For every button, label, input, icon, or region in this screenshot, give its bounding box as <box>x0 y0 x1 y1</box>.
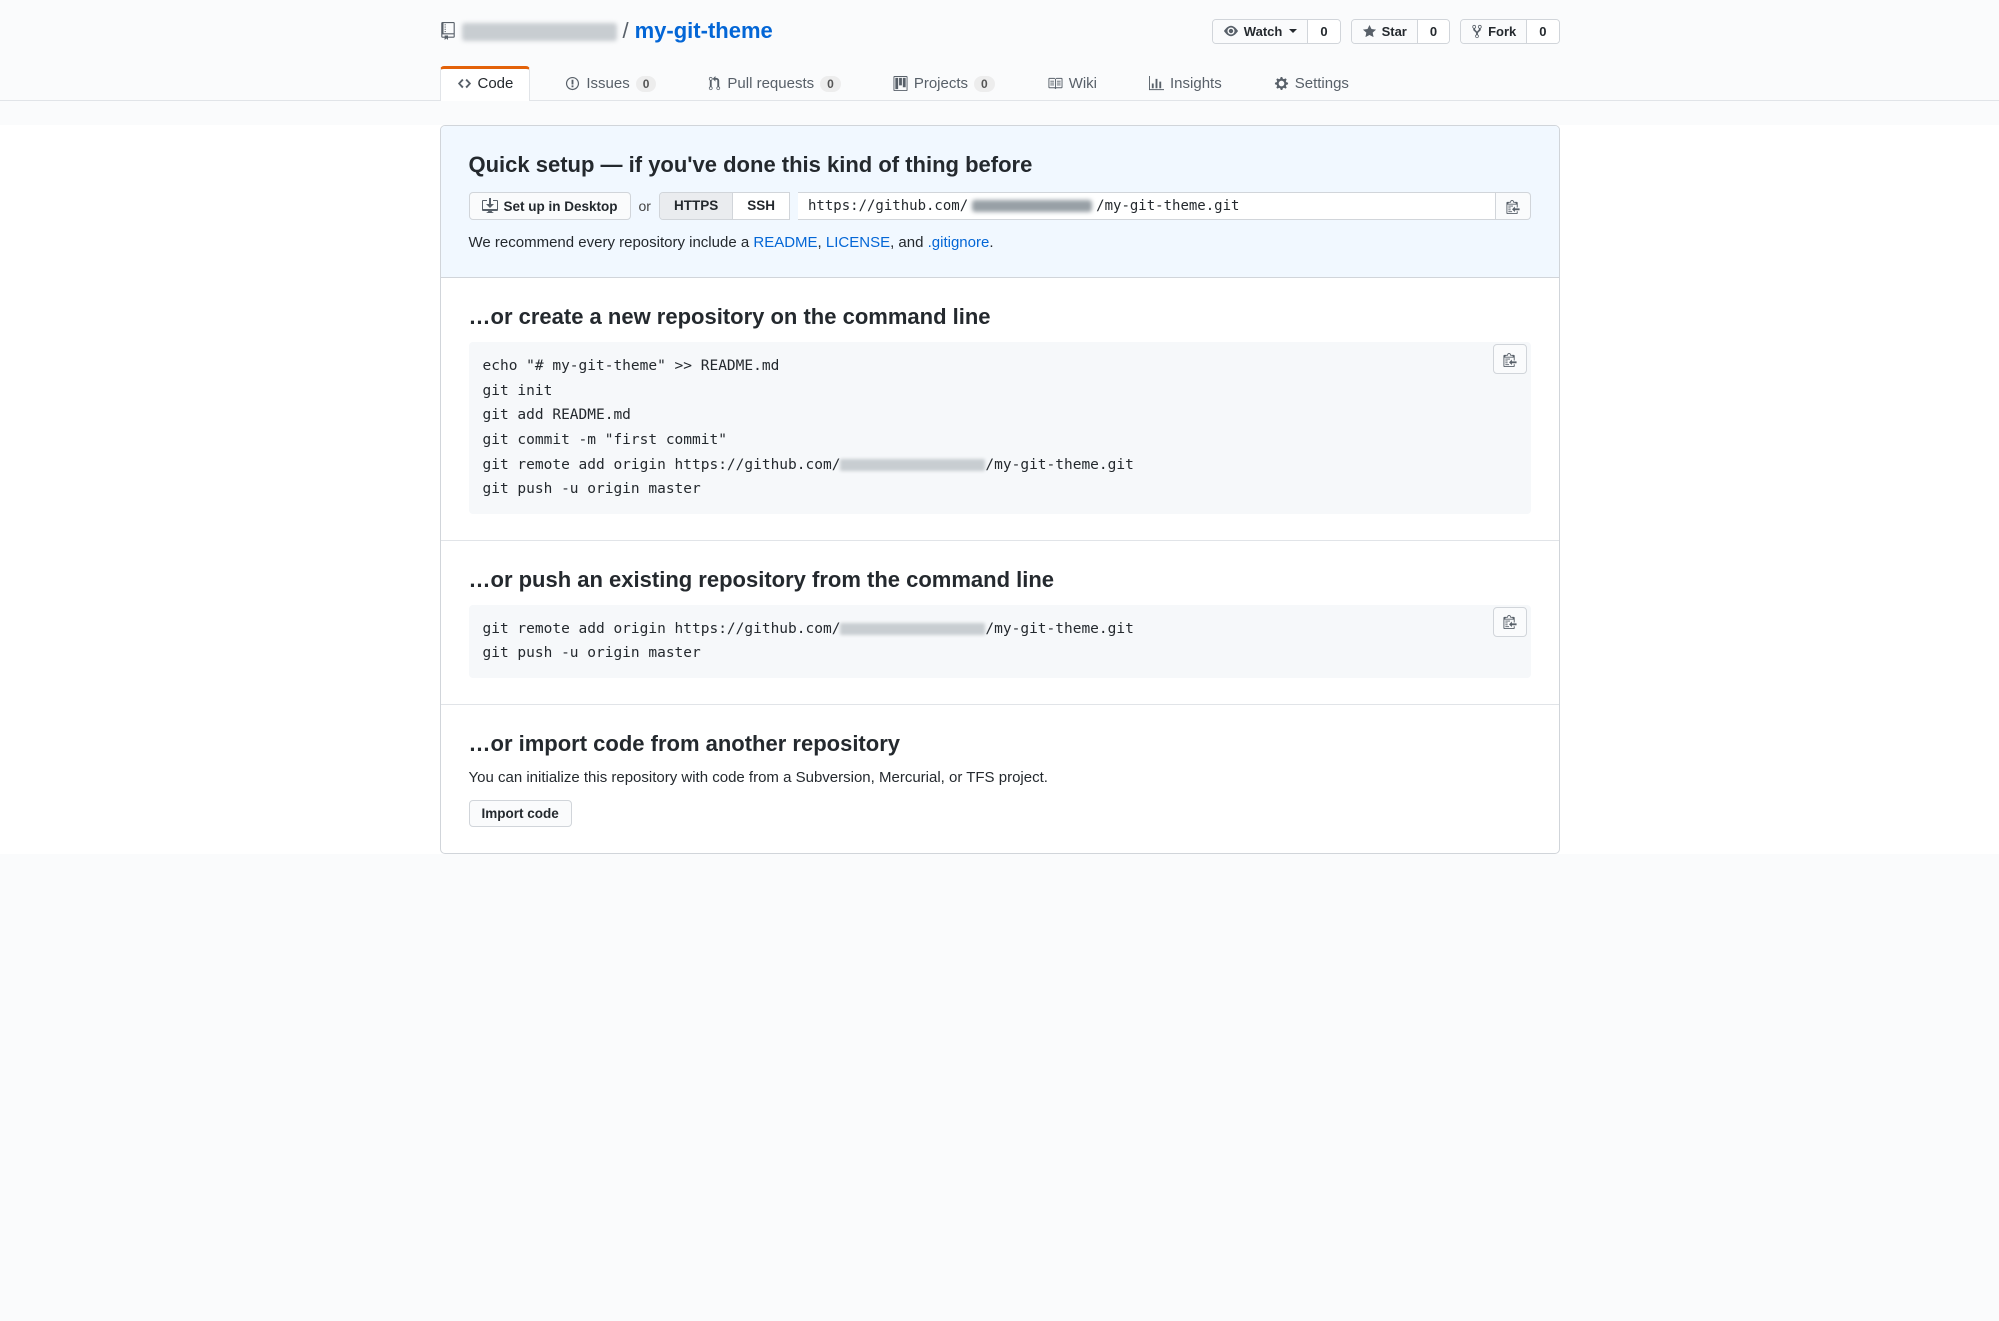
watch-button[interactable]: Watch <box>1213 20 1308 43</box>
repo-nav: Code Issues 0 Pull requests 0 Projects 0… <box>440 64 1560 100</box>
clipboard-icon <box>1506 199 1520 214</box>
star-label: Star <box>1382 24 1407 39</box>
project-icon <box>893 76 908 91</box>
gear-icon <box>1274 76 1289 91</box>
watch-label: Watch <box>1244 24 1283 39</box>
import-section: …or import code from another repository … <box>441 705 1559 853</box>
tab-issues-label: Issues <box>586 75 629 92</box>
repo-setup-box: Quick setup — if you've done this kind o… <box>440 125 1560 854</box>
copy-create-commands-button[interactable] <box>1493 344 1527 374</box>
copy-push-commands-button[interactable] <box>1493 607 1527 637</box>
quick-setup-section: Quick setup — if you've done this kind o… <box>441 126 1559 278</box>
issue-icon <box>565 76 580 91</box>
import-code-button[interactable]: Import code <box>469 800 572 827</box>
repo-name-link[interactable]: my-git-theme <box>635 18 773 44</box>
repo-owner-link[interactable] <box>462 18 617 44</box>
desktop-download-icon <box>482 198 498 214</box>
repo-title: / my-git-theme <box>440 18 773 44</box>
chevron-down-icon <box>1289 29 1297 33</box>
clone-url-input[interactable]: https://github.com//my-git-theme.git <box>798 192 1496 220</box>
page-actions: Watch 0 Star 0 Fork <box>1212 19 1560 44</box>
gitignore-link[interactable]: .gitignore <box>928 234 990 251</box>
clipboard-icon <box>1503 352 1517 367</box>
import-heading: …or import code from another repository <box>469 731 1531 757</box>
tab-projects-label: Projects <box>914 75 968 92</box>
recommend-text: We recommend every repository include a … <box>469 234 1531 251</box>
pull-request-icon <box>708 76 721 91</box>
push-existing-heading: …or push an existing repository from the… <box>469 567 1531 593</box>
create-new-section: …or create a new repository on the comma… <box>441 278 1559 541</box>
issues-count: 0 <box>636 76 657 92</box>
setup-desktop-label: Set up in Desktop <box>504 199 618 214</box>
clipboard-icon <box>1503 614 1517 629</box>
tab-settings[interactable]: Settings <box>1257 65 1366 101</box>
proto-ssh-button[interactable]: SSH <box>732 193 789 219</box>
star-button-group: Star 0 <box>1351 19 1451 44</box>
protocol-switcher: HTTPS SSH <box>659 192 790 220</box>
or-text: or <box>639 198 651 214</box>
fork-icon <box>1471 24 1483 39</box>
fork-label: Fork <box>1488 24 1516 39</box>
setup-desktop-button[interactable]: Set up in Desktop <box>469 192 631 220</box>
projects-count: 0 <box>974 76 995 92</box>
tab-wiki-label: Wiki <box>1069 75 1097 92</box>
import-description: You can initialize this repository with … <box>469 769 1531 786</box>
star-button[interactable]: Star <box>1352 20 1417 43</box>
tab-wiki[interactable]: Wiki <box>1030 65 1114 101</box>
tab-settings-label: Settings <box>1295 75 1349 92</box>
graph-icon <box>1149 76 1164 91</box>
tab-pull-requests[interactable]: Pull requests 0 <box>691 65 857 101</box>
tab-insights[interactable]: Insights <box>1132 65 1239 101</box>
tab-insights-label: Insights <box>1170 75 1222 92</box>
star-count[interactable]: 0 <box>1417 20 1449 43</box>
repo-separator: / <box>623 18 629 44</box>
copy-url-button[interactable] <box>1496 192 1531 220</box>
readme-link[interactable]: README <box>753 234 817 251</box>
repo-icon <box>440 22 456 40</box>
tab-issues[interactable]: Issues 0 <box>548 65 673 101</box>
tab-projects[interactable]: Projects 0 <box>876 65 1012 101</box>
fork-button[interactable]: Fork <box>1461 20 1526 43</box>
tab-code-label: Code <box>478 75 514 92</box>
create-new-codeblock[interactable]: echo "# my-git-theme" >> README.md git i… <box>469 342 1531 514</box>
eye-icon <box>1223 24 1239 38</box>
quick-setup-heading: Quick setup — if you've done this kind o… <box>469 152 1531 178</box>
watch-count[interactable]: 0 <box>1307 20 1339 43</box>
code-icon <box>457 76 472 91</box>
watch-button-group: Watch 0 <box>1212 19 1341 44</box>
fork-count[interactable]: 0 <box>1526 20 1558 43</box>
star-icon <box>1362 24 1377 39</box>
fork-button-group: Fork 0 <box>1460 19 1559 44</box>
import-code-label: Import code <box>482 806 559 821</box>
proto-https-button[interactable]: HTTPS <box>660 193 732 219</box>
push-existing-codeblock[interactable]: git remote add origin https://github.com… <box>469 605 1531 678</box>
tab-code[interactable]: Code <box>440 66 531 101</box>
tab-pr-label: Pull requests <box>727 75 814 92</box>
push-existing-section: …or push an existing repository from the… <box>441 541 1559 705</box>
license-link[interactable]: LICENSE <box>826 234 890 251</box>
create-new-heading: …or create a new repository on the comma… <box>469 304 1531 330</box>
book-icon <box>1047 76 1063 91</box>
pr-count: 0 <box>820 76 841 92</box>
